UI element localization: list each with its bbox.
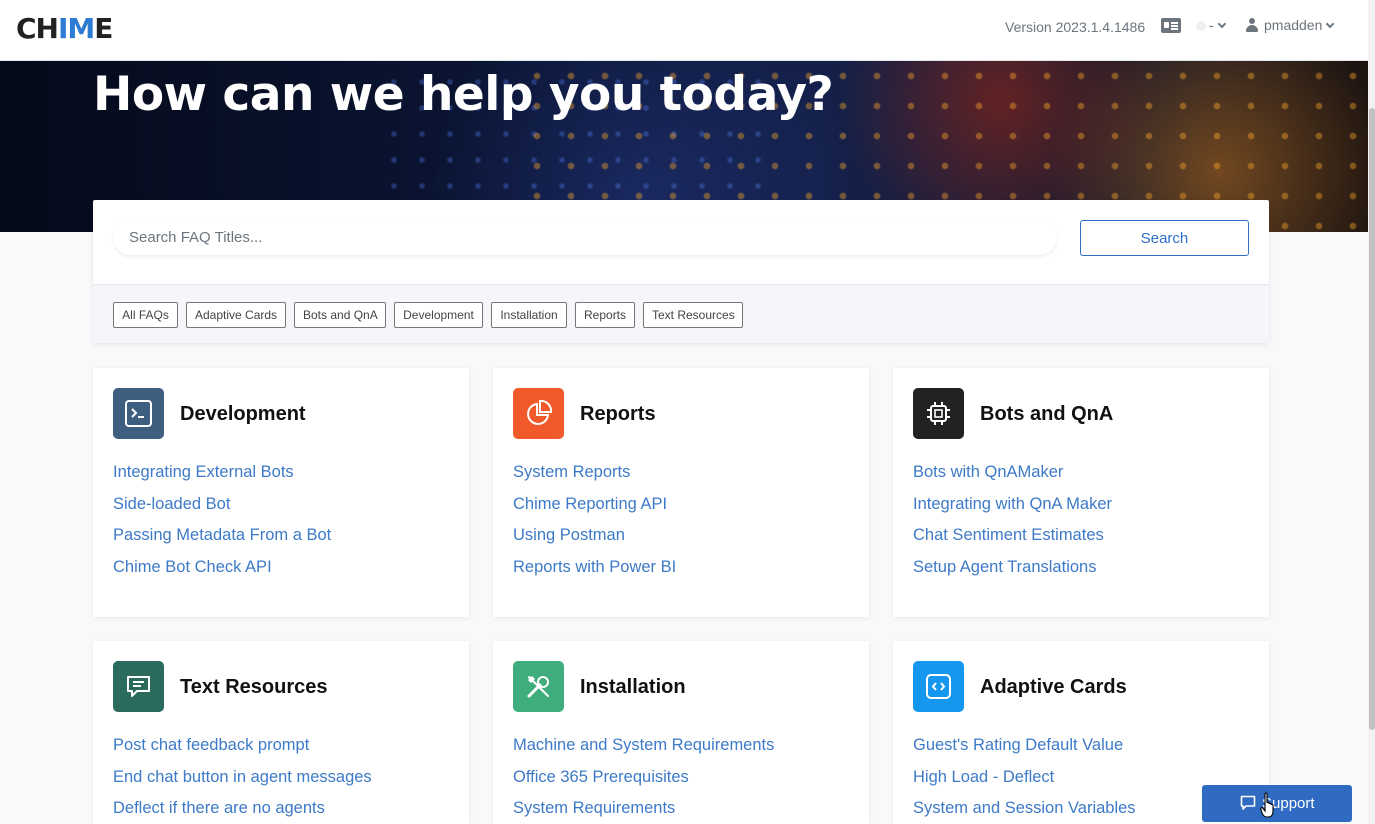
faq-link[interactable]: Reports with Power BI bbox=[513, 558, 676, 577]
chevron-down-icon bbox=[1326, 19, 1335, 29]
logo-text-accent: IM bbox=[57, 12, 95, 45]
user-menu[interactable]: pmadden bbox=[1246, 17, 1335, 33]
category-title: Adaptive Cards bbox=[980, 676, 1127, 698]
faq-link[interactable]: Chime Reporting API bbox=[513, 495, 667, 514]
faq-link[interactable]: Bots with QnAMaker bbox=[913, 463, 1063, 482]
faq-link[interactable]: Office 365 Prerequisites bbox=[513, 768, 689, 787]
terminal-icon bbox=[113, 388, 164, 439]
tools-icon bbox=[513, 661, 564, 712]
chime-logo[interactable]: CHIME bbox=[16, 12, 113, 45]
faq-link[interactable]: Integrating with QnA Maker bbox=[913, 495, 1112, 514]
filter-adaptive-cards[interactable]: Adaptive Cards bbox=[186, 302, 286, 328]
status-dot-icon bbox=[1196, 21, 1206, 32]
logo-text-end: E bbox=[94, 12, 113, 45]
scrollbar-thumb[interactable] bbox=[1369, 108, 1375, 730]
faq-link[interactable]: Passing Metadata From a Bot bbox=[113, 526, 331, 545]
cpu-chip-icon bbox=[913, 388, 964, 439]
filter-development[interactable]: Development bbox=[394, 302, 483, 328]
faq-link[interactable]: Side-loaded Bot bbox=[113, 495, 230, 514]
filter-installation[interactable]: Installation bbox=[491, 302, 567, 328]
status-label: - bbox=[1209, 17, 1214, 33]
status-dropdown[interactable]: - bbox=[1196, 17, 1226, 33]
faq-link[interactable]: Deflect if there are no agents bbox=[113, 799, 325, 818]
hand-pointer-cursor-icon bbox=[1260, 792, 1274, 818]
faq-link[interactable]: Guest's Rating Default Value bbox=[913, 736, 1123, 755]
message-icon bbox=[113, 661, 164, 712]
chat-bubble-icon bbox=[1240, 795, 1256, 810]
filter-text-resources[interactable]: Text Resources bbox=[643, 302, 743, 328]
faq-link[interactable]: System Requirements bbox=[513, 799, 675, 818]
faq-link[interactable]: High Load - Deflect bbox=[913, 768, 1054, 787]
pie-chart-icon bbox=[513, 388, 564, 439]
category-title: Text Resources bbox=[180, 676, 328, 698]
chevron-down-icon bbox=[1217, 19, 1226, 29]
faq-link[interactable]: Post chat feedback prompt bbox=[113, 736, 309, 755]
contact-card-icon[interactable] bbox=[1161, 18, 1181, 33]
logo-text-start: CH bbox=[16, 12, 59, 45]
category-title: Installation bbox=[580, 676, 686, 698]
faq-link[interactable]: Chime Bot Check API bbox=[113, 558, 272, 577]
faq-link[interactable]: End chat button in agent messages bbox=[113, 768, 372, 787]
faq-link[interactable]: System and Session Variables bbox=[913, 799, 1136, 818]
category-card-bots-and-qna: Bots and QnA Bots with QnAMaker Integrat… bbox=[893, 368, 1269, 617]
faq-link[interactable]: Using Postman bbox=[513, 526, 625, 545]
category-title: Bots and QnA bbox=[980, 403, 1114, 425]
search-button[interactable]: Search bbox=[1080, 220, 1249, 256]
category-filter-bar: All FAQs Adaptive Cards Bots and QnA Dev… bbox=[93, 284, 1269, 343]
faq-link[interactable]: Chat Sentiment Estimates bbox=[913, 526, 1104, 545]
hero-title: How can we help you today? bbox=[93, 67, 834, 122]
user-icon bbox=[1246, 18, 1258, 32]
category-card-text-resources: Text Resources Post chat feedback prompt… bbox=[93, 641, 469, 824]
search-input[interactable] bbox=[113, 220, 1057, 255]
filter-all-faqs[interactable]: All FAQs bbox=[113, 302, 178, 328]
category-title: Reports bbox=[580, 403, 656, 425]
category-card-reports: Reports System Reports Chime Reporting A… bbox=[493, 368, 869, 617]
top-navbar: CHIME Version 2023.1.4.1486 - pmadden bbox=[0, 0, 1368, 61]
category-card-development: Development Integrating External Bots Si… bbox=[93, 368, 469, 617]
code-icon bbox=[913, 661, 964, 712]
category-title: Development bbox=[180, 403, 306, 425]
username-label: pmadden bbox=[1264, 17, 1323, 33]
filter-bots-and-qna[interactable]: Bots and QnA bbox=[294, 302, 386, 328]
version-label: Version 2023.1.4.1486 bbox=[1005, 19, 1146, 35]
faq-link[interactable]: Setup Agent Translations bbox=[913, 558, 1096, 577]
category-card-installation: Installation Machine and System Requirem… bbox=[493, 641, 869, 824]
filter-reports[interactable]: Reports bbox=[575, 302, 635, 328]
faq-link[interactable]: System Reports bbox=[513, 463, 630, 482]
search-panel: Search All FAQs Adaptive Cards Bots and … bbox=[93, 200, 1269, 343]
faq-link[interactable]: Machine and System Requirements bbox=[513, 736, 774, 755]
faq-link[interactable]: Integrating External Bots bbox=[113, 463, 294, 482]
